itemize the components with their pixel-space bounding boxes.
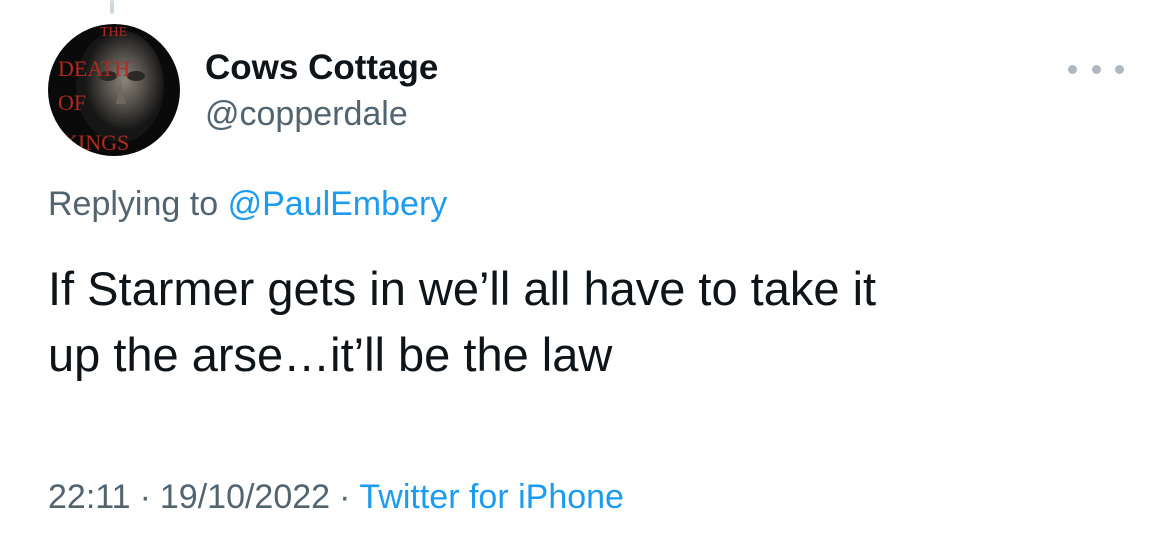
tweet-date[interactable]: 19/10/2022 [160,478,330,516]
thread-connector-line [110,0,114,14]
more-horizontal-icon[interactable] [1068,56,1124,82]
replying-to-handle-link[interactable]: @PaulEmbery [228,185,448,223]
replying-to-label: Replying to [48,185,219,223]
tweet-text: If Starmer gets in we’ll all have to tak… [48,256,1118,388]
display-name[interactable]: Cows Cottage [205,46,438,90]
author-names[interactable]: Cows Cottage @copperdale [205,46,438,136]
reply-context: Replying to @PaulEmbery [48,182,447,226]
tweet-metadata: 22:11 · 19/10/2022 · Twitter for iPhone [48,474,624,520]
avatar-text-kings: KINGS [62,130,129,155]
avatar-image: THE DEATH OF KINGS [48,24,180,156]
more-dot [1091,64,1101,74]
user-handle[interactable]: @copperdale [205,92,438,136]
tweet-source-link[interactable]: Twitter for iPhone [359,478,624,516]
more-dot [1115,64,1124,74]
avatar-text-of: OF [58,90,86,115]
more-dot [1068,64,1077,74]
tweet-time[interactable]: 22:11 [48,478,131,516]
avatar-text-the: THE [100,25,127,40]
tweet-text-line-2: up the arse…it’ll be the law [48,328,613,381]
avatar[interactable]: THE DEATH OF KINGS [48,24,180,156]
separator-dot: · [139,478,151,516]
separator-dot: · [339,478,351,516]
tweet-text-line-1: If Starmer gets in we’ll all have to tak… [48,262,877,315]
avatar-text-death: DEATH [58,56,130,81]
